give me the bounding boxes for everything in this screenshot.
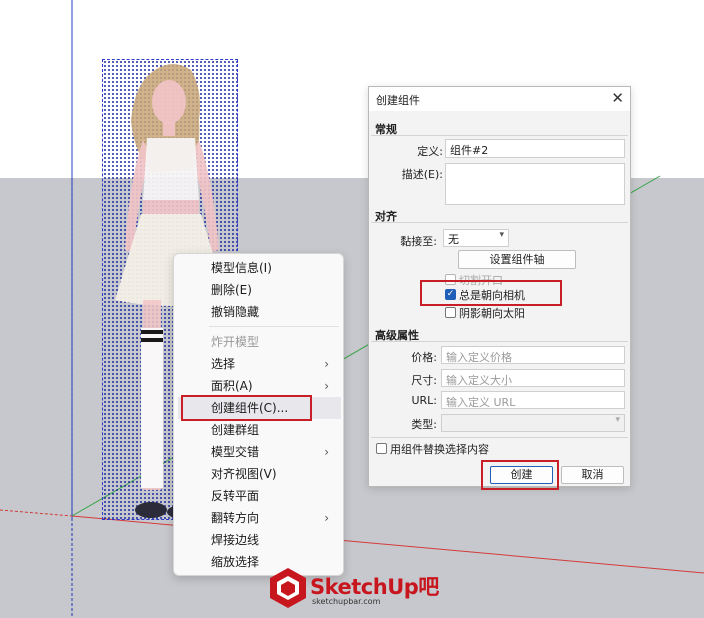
menu-item-flip-along[interactable]: 翻转方向 ›	[178, 507, 341, 529]
menu-item-select[interactable]: 选择 ›	[178, 353, 341, 375]
description-label: 描述(E):	[401, 168, 443, 181]
shadows-face-sun-checkbox[interactable]	[445, 307, 456, 318]
set-component-axes-button[interactable]: 设置组件轴	[458, 250, 576, 269]
menu-item-make-group[interactable]: 创建群组	[178, 419, 341, 441]
menu-item-label: 面积(A)	[211, 379, 253, 393]
menu-item-label: 创建群组	[211, 423, 260, 437]
menu-item-label: 删除(E)	[211, 283, 252, 297]
menu-item-model-info[interactable]: 模型信息(I)	[178, 257, 341, 279]
chevron-down-icon: ▾	[499, 230, 504, 240]
menu-item-label: 焊接边线	[211, 533, 260, 547]
menu-item-label: 翻转方向	[211, 511, 260, 525]
menu-item-label: 选择	[211, 357, 236, 371]
menu-item-area[interactable]: 面积(A) ›	[178, 375, 341, 397]
chevron-right-icon: ›	[324, 511, 329, 525]
url-input[interactable]: 输入定义 URL	[441, 391, 625, 409]
size-label: 尺寸:	[411, 374, 437, 387]
replace-selection-label: 用组件替换选择内容	[390, 443, 489, 456]
menu-item-label: 缩放选择	[211, 555, 260, 569]
type-select[interactable]: ▾	[441, 414, 625, 432]
menu-item-label: 对齐视图(V)	[211, 467, 277, 481]
menu-item-intersect-faces[interactable]: 模型交错 ›	[178, 441, 341, 463]
glue-to-label: 黏接至:	[400, 235, 437, 248]
menu-item-label: 撤销隐藏	[211, 305, 260, 319]
sketchupbar-watermark: SketchUp吧 sketchupbar.com	[270, 568, 440, 612]
definition-label: 定义:	[417, 145, 443, 158]
red-axis-dashed-line	[0, 509, 73, 517]
chevron-down-icon: ▾	[615, 415, 620, 425]
menu-item-label: 模型交错	[211, 445, 260, 459]
chevron-right-icon: ›	[324, 445, 329, 459]
divider	[371, 437, 628, 438]
menu-item-label: 反转平面	[211, 489, 260, 503]
watermark-url: sketchupbar.com	[312, 597, 381, 606]
price-label: 价格:	[411, 351, 437, 364]
menu-item-delete[interactable]: 删除(E)	[178, 279, 341, 301]
menu-item-align-view[interactable]: 对齐视图(V)	[178, 463, 341, 485]
red-axis-line	[71, 515, 704, 574]
chevron-right-icon: ›	[324, 379, 329, 393]
glue-to-value: 无	[448, 233, 459, 246]
divider	[371, 222, 628, 223]
chevron-right-icon: ›	[324, 357, 329, 371]
highlight-box-face-camera	[420, 280, 562, 306]
price-input[interactable]: 输入定义价格	[441, 346, 625, 364]
divider	[371, 341, 628, 342]
sketchup-logo-icon	[270, 568, 306, 608]
menu-item-explode: 炸开模型	[178, 331, 341, 353]
menu-item-weld-edges[interactable]: 焊接边线	[178, 529, 341, 551]
shadows-face-sun-label: 阴影朝向太阳	[459, 307, 525, 320]
menu-item-reverse-faces[interactable]: 反转平面	[178, 485, 341, 507]
glue-to-select[interactable]: 无 ▾	[443, 229, 509, 247]
replace-selection-checkbox[interactable]	[376, 443, 387, 454]
description-textarea[interactable]	[445, 163, 625, 205]
highlight-box-make-component	[181, 395, 312, 421]
cancel-button[interactable]: 取消	[561, 466, 624, 484]
size-input[interactable]: 输入定义大小	[441, 369, 625, 387]
type-label: 类型:	[411, 418, 437, 431]
url-label: URL:	[411, 394, 437, 407]
close-icon[interactable]: ✕	[611, 89, 624, 107]
highlight-box-create	[481, 460, 559, 490]
menu-item-label: 炸开模型	[211, 335, 260, 349]
menu-separator	[209, 326, 339, 327]
definition-input[interactable]: 组件#2	[445, 139, 625, 158]
menu-item-unhide[interactable]: 撤销隐藏	[178, 301, 341, 323]
3d-viewport[interactable]: 模型信息(I) 删除(E) 撤销隐藏 炸开模型 选择 › 面积(A) › 创建组件(…	[0, 0, 704, 618]
divider	[371, 135, 628, 136]
dialog-title: 创建组件	[376, 94, 420, 107]
dialog-titlebar[interactable]: 创建组件 ✕	[369, 87, 630, 111]
menu-item-label: 模型信息(I)	[211, 261, 272, 275]
